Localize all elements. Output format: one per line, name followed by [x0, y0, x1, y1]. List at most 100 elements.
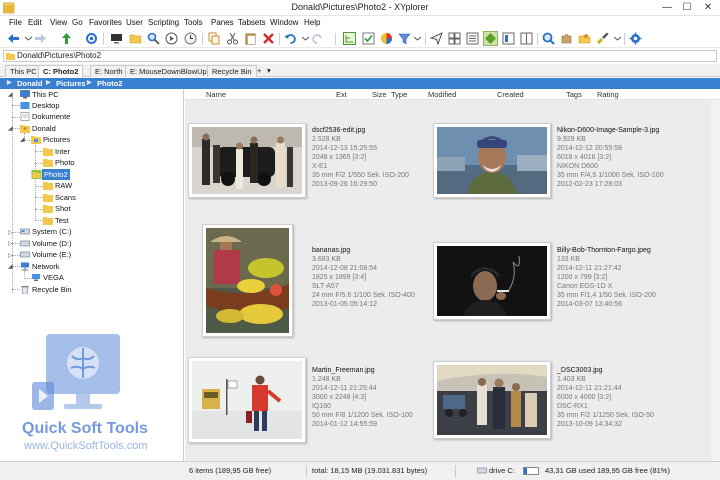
maximize-button[interactable]: ☐: [677, 0, 697, 16]
menu-tools[interactable]: Tools: [184, 18, 203, 27]
status-total: total: 18,15 MB (19.031.831 bytes): [312, 466, 428, 475]
file-name[interactable]: bananas.jpg: [312, 246, 415, 255]
menu-panes[interactable]: Panes: [211, 18, 234, 27]
close-button[interactable]: ✕: [698, 0, 718, 16]
tab-bar: This PC C: Photo2 E: North E: MouseDownB…: [0, 64, 720, 78]
target-button[interactable]: [84, 31, 99, 46]
undo-button[interactable]: [283, 31, 298, 46]
mini-tree-button[interactable]: [342, 31, 357, 46]
collapse-donald-icon[interactable]: ◢: [8, 125, 13, 132]
play-icon: [165, 32, 178, 45]
menu-window[interactable]: Window: [270, 18, 298, 27]
breadcrumb-pictures[interactable]: Pictures: [56, 78, 86, 89]
split-pane-button[interactable]: [519, 31, 534, 46]
vertical-scrollbar[interactable]: [711, 100, 720, 461]
column-created[interactable]: Created: [497, 89, 524, 100]
photo-man-smoking: [437, 246, 547, 316]
collapse-this-pc-icon[interactable]: ◢: [8, 91, 13, 98]
single-pane-button[interactable]: [501, 31, 516, 46]
play-button[interactable]: [164, 31, 179, 46]
file-name[interactable]: _DSC3003.jpg: [557, 366, 654, 375]
address-value: Donald\Pictures\Photo2: [17, 51, 102, 60]
expand-system-icon[interactable]: ▷: [8, 229, 13, 236]
toolbar: [0, 30, 720, 48]
details-view-button[interactable]: [465, 31, 480, 46]
cut-button[interactable]: [225, 31, 240, 46]
color-wheel-icon: [381, 33, 392, 44]
thumbnail-dsc3003[interactable]: [433, 361, 551, 439]
file-name[interactable]: Martin_Freeman.jpg: [312, 366, 413, 375]
thumbnail-martin-freeman[interactable]: [188, 357, 306, 443]
copy-button[interactable]: [207, 31, 222, 46]
expand-volume-d-icon[interactable]: ▷: [8, 240, 13, 247]
collapse-pictures-icon[interactable]: ◢: [20, 136, 25, 143]
collapse-network-icon[interactable]: ◢: [8, 263, 13, 270]
file-name[interactable]: Nikon-D600-Image-Sample-3.jpg: [557, 126, 664, 135]
star-folder-icon: [578, 33, 591, 44]
menu-file[interactable]: File: [9, 18, 22, 27]
menu-view[interactable]: View: [50, 18, 67, 27]
thumbnail-billy-bob[interactable]: [433, 242, 551, 320]
file-modified: 2014-12-11 21:25:44: [312, 385, 377, 392]
thumbnail-bananas[interactable]: [202, 224, 293, 337]
column-ext[interactable]: Ext: [336, 89, 347, 100]
thumbnail-dscf2536[interactable]: [188, 123, 306, 198]
checkbox-button[interactable]: [361, 31, 376, 46]
column-type[interactable]: Type: [391, 89, 407, 100]
file-size: 133 KB: [557, 256, 580, 263]
watermark-title: Quick Soft Tools: [22, 420, 148, 437]
menu-go[interactable]: Go: [72, 18, 83, 27]
file-modified: 2014-12-11 21:21:44: [557, 385, 622, 392]
favorites-button[interactable]: [577, 31, 592, 46]
breadcrumb-donald[interactable]: Donald: [17, 78, 42, 89]
menu-scripting[interactable]: Scripting: [148, 18, 179, 27]
address-bar[interactable]: Donald\Pictures\Photo2: [3, 50, 717, 62]
expand-volume-e-icon[interactable]: ▷: [8, 252, 13, 259]
menu-user[interactable]: User: [126, 18, 143, 27]
tools-button[interactable]: [559, 31, 574, 46]
photo-banana-market-boat: [206, 228, 289, 333]
new-folder-button[interactable]: [128, 31, 143, 46]
up-button[interactable]: [59, 31, 74, 46]
computer-button[interactable]: [109, 31, 124, 46]
paste-button[interactable]: [243, 31, 258, 46]
back-button[interactable]: [6, 31, 21, 46]
tab-this-pc[interactable]: This PC: [5, 65, 42, 77]
menu-tabsets[interactable]: Tabsets: [238, 18, 266, 27]
tab-photo2[interactable]: C: Photo2: [38, 65, 84, 78]
tab-mousedownblowup[interactable]: E: MouseDownBlowUp: [125, 65, 212, 77]
menu-edit[interactable]: Edit: [28, 18, 42, 27]
dual-pane-button[interactable]: [447, 31, 462, 46]
brain-monitor-icon: [32, 334, 120, 410]
forward-button[interactable]: [33, 31, 48, 46]
column-modified[interactable]: Modified: [428, 89, 456, 100]
send-button[interactable]: [429, 31, 444, 46]
redo-button[interactable]: [310, 31, 325, 46]
color-filter-button[interactable]: [379, 31, 394, 46]
filter-dropdown[interactable]: [410, 31, 425, 46]
thumbnails-view-button[interactable]: [483, 31, 498, 46]
file-name[interactable]: Billy-Bob-Thornton-Fargo.jpeg: [557, 246, 656, 255]
settings-button[interactable]: [628, 31, 643, 46]
tab-north[interactable]: E: North: [90, 65, 128, 77]
color-brush-button[interactable]: [595, 31, 610, 46]
history-button[interactable]: [183, 31, 198, 46]
thumbnail-nikon-d600[interactable]: [433, 123, 551, 198]
column-rating[interactable]: Rating: [597, 89, 619, 100]
tab-recycle-bin[interactable]: Recycle Bin: [207, 65, 257, 77]
delete-button[interactable]: [261, 31, 276, 46]
file-name[interactable]: dscf2536-edit.jpg: [312, 126, 409, 135]
tab-menu-button[interactable]: ▾: [263, 65, 275, 77]
minimize-button[interactable]: —: [657, 0, 677, 16]
column-name[interactable]: Name: [206, 89, 226, 100]
watermark-subtitle: www.QuickSoftTools.com: [24, 440, 148, 452]
brush-dropdown[interactable]: [610, 31, 625, 46]
breadcrumb-photo2[interactable]: Photo2: [97, 78, 122, 89]
search-button[interactable]: [541, 31, 556, 46]
column-tags[interactable]: Tags: [566, 89, 582, 100]
column-size[interactable]: Size: [372, 89, 387, 100]
file-info-martin-freeman: Martin_Freeman.jpg 1.248 KB 2014-12-11 2…: [312, 366, 413, 429]
menu-help[interactable]: Help: [304, 18, 320, 27]
menu-favorites[interactable]: Favorites: [89, 18, 122, 27]
find-button[interactable]: [146, 31, 161, 46]
